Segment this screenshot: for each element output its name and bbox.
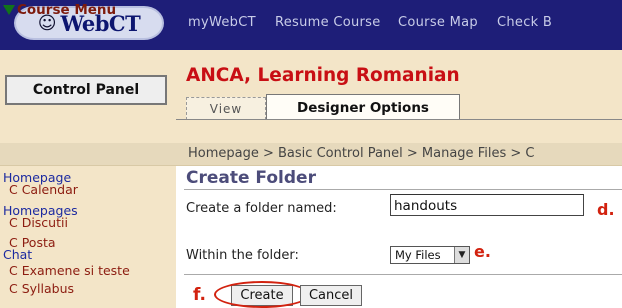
menu-item-discutii[interactable]: C Discutii bbox=[9, 216, 68, 229]
cancel-button[interactable]: Cancel bbox=[300, 285, 362, 306]
tab-divider bbox=[176, 119, 622, 120]
annotation-f: f. bbox=[193, 285, 206, 305]
nav-course-map[interactable]: Course Map bbox=[398, 15, 478, 30]
course-menu-label: Course Menu bbox=[17, 2, 117, 18]
within-folder-select[interactable]: My Files ▼ bbox=[390, 246, 470, 264]
menu-item-chat[interactable]: Chat bbox=[3, 248, 32, 261]
nav-mywebct[interactable]: myWebCT bbox=[188, 15, 256, 30]
highlight-circle bbox=[214, 281, 310, 308]
breadcrumb[interactable]: Homepage > Basic Control Panel > Manage … bbox=[188, 146, 534, 161]
menu-item-syllabus[interactable]: C Syllabus bbox=[9, 282, 74, 295]
dropdown-arrow-icon[interactable]: ▼ bbox=[454, 247, 469, 263]
folder-name-label: Create a folder named: bbox=[186, 201, 337, 216]
menu-item-examene[interactable]: C Examene si teste bbox=[9, 264, 130, 277]
nav-check-browser[interactable]: Check B bbox=[497, 15, 552, 30]
control-panel-button[interactable]: Control Panel bbox=[5, 75, 167, 105]
annotation-d: d. bbox=[597, 200, 615, 219]
folder-name-input[interactable] bbox=[390, 194, 584, 216]
course-menu-header bbox=[0, 143, 176, 166]
divider bbox=[184, 274, 622, 275]
divider bbox=[184, 189, 622, 190]
course-title: ANCA, Learning Romanian bbox=[186, 65, 460, 86]
menu-item-calendar[interactable]: C Calendar bbox=[9, 183, 78, 196]
page-title: Create Folder bbox=[186, 168, 316, 188]
tab-view[interactable]: View bbox=[186, 97, 266, 120]
nav-resume-course[interactable]: Resume Course bbox=[275, 15, 381, 30]
within-folder-value: My Files bbox=[395, 248, 441, 262]
tab-designer-options[interactable]: Designer Options bbox=[266, 94, 460, 120]
annotation-e: e. bbox=[474, 242, 491, 261]
within-folder-label: Within the folder: bbox=[186, 248, 299, 263]
triangle-down-icon[interactable] bbox=[3, 5, 15, 15]
